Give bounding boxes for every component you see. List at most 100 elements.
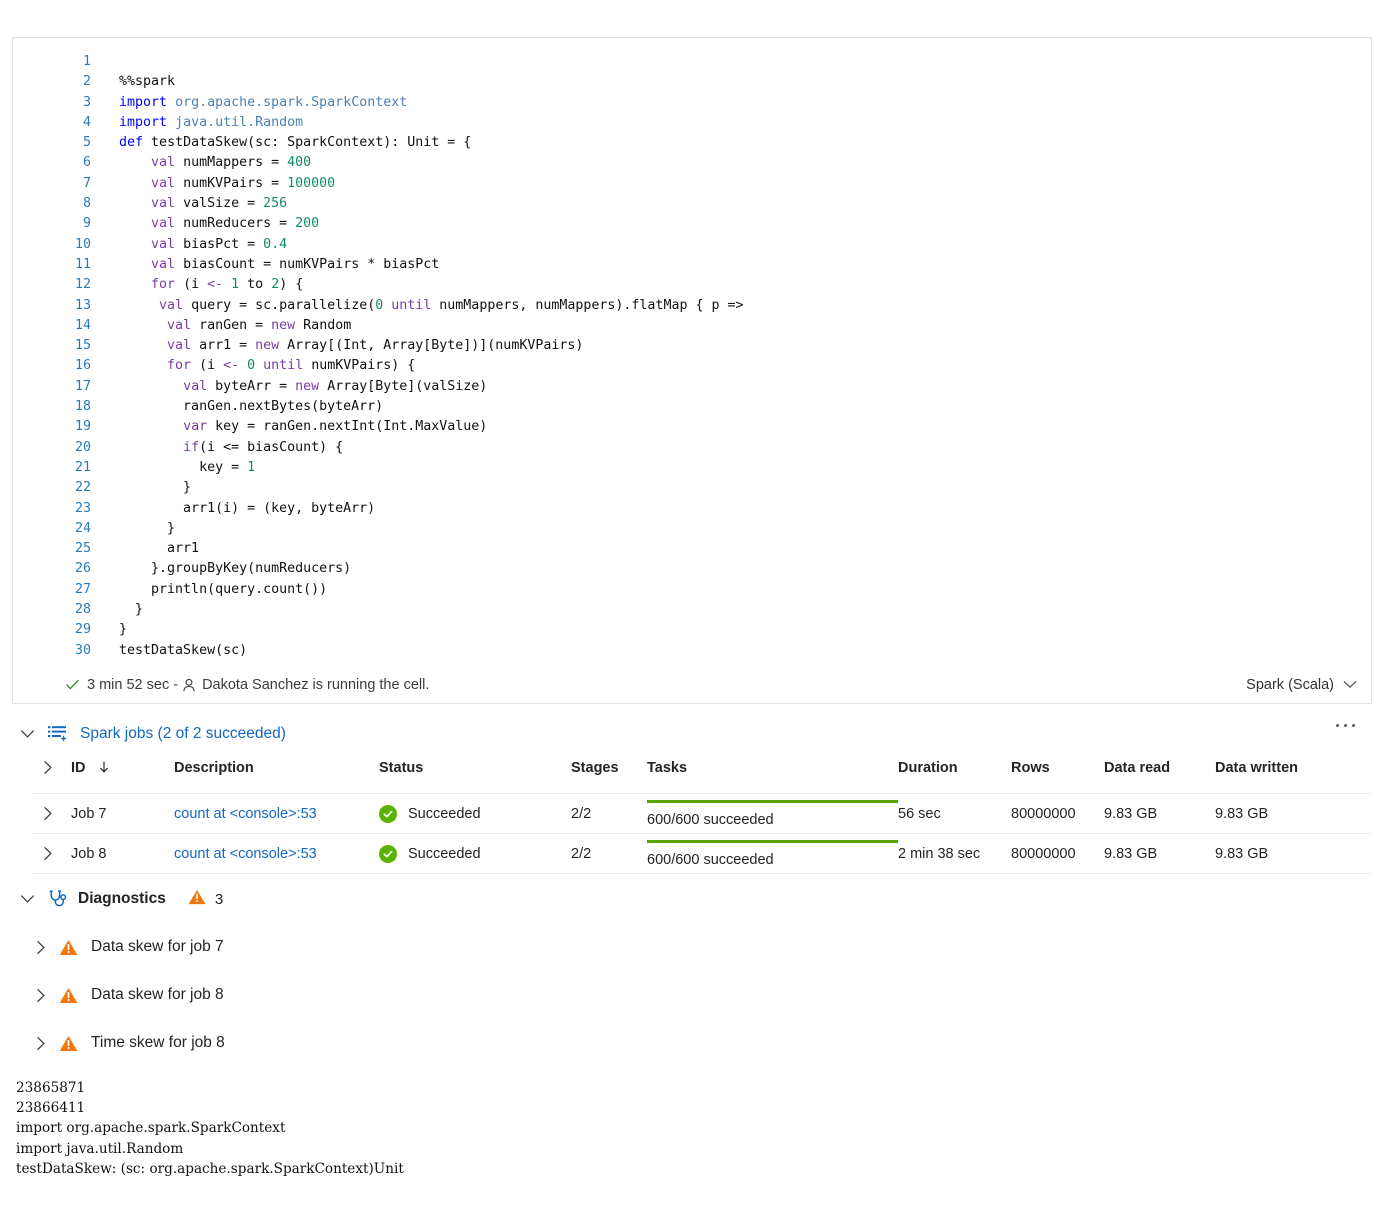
diagnostic-item[interactable]: Data skew for job 8	[0, 980, 1388, 1010]
warning-icon	[59, 939, 78, 956]
column-header-description[interactable]: Description	[174, 760, 379, 794]
code-line: 17 val byteArr = new Array[Byte](valSize…	[13, 377, 1371, 397]
code-line-text: }	[103, 602, 144, 618]
cell-status: Succeeded	[379, 833, 571, 874]
column-header-data-read[interactable]: Data read	[1104, 760, 1215, 794]
dot-2	[1344, 724, 1347, 727]
cell-stages: 2/2	[571, 793, 647, 834]
warning-icon	[59, 1035, 78, 1052]
column-header-id[interactable]: ID	[71, 760, 174, 794]
code-editor[interactable]: 12 %%spark 3 import org.apache.spark.Spar…	[13, 38, 1371, 667]
row-expand-cell[interactable]	[31, 833, 71, 874]
language-label: Spark (Scala)	[1246, 676, 1334, 693]
code-line: 10 val biasPct = 0.4	[13, 235, 1371, 255]
chevron-right-icon[interactable]	[31, 846, 71, 861]
code-line: 15 val arr1 = new Array[(Int, Array[Byte…	[13, 336, 1371, 356]
code-line-text: val valSize = 256	[151, 196, 288, 212]
cell-job-id: Job 8	[71, 833, 174, 874]
code-line-text: }	[103, 520, 176, 536]
check-icon	[65, 677, 80, 692]
code-line-text: for (i <- 1 to 2) {	[151, 277, 304, 293]
cell-data-written: 9.83 GB	[1215, 833, 1371, 874]
code-line-text: var key = ranGen.nextInt(Int.MaxValue)	[183, 419, 488, 435]
diagnostics-count-label: 3	[214, 890, 224, 908]
code-line: 18 ranGen.nextBytes(byteArr)	[13, 397, 1371, 417]
code-line-text: }	[103, 480, 192, 496]
notebook-cell[interactable]: 12 %%spark 3 import org.apache.spark.Spar…	[12, 37, 1372, 704]
spark-jobs-table: ID Description Status Stages Tasks Durat…	[31, 760, 1371, 874]
diagnostic-item[interactable]: Time skew for job 8	[0, 1028, 1388, 1058]
cell-status: Succeeded	[379, 793, 571, 834]
status-label: Succeeded	[408, 805, 481, 822]
code-line: 12 for (i <- 1 to 2) {	[13, 275, 1371, 295]
column-header-status[interactable]: Status	[379, 760, 571, 794]
line-number: 8	[82, 196, 91, 212]
code-line: 22 }	[13, 478, 1371, 498]
notebook-output-page: 12 %%spark 3 import org.apache.spark.Spar…	[0, 0, 1388, 1213]
diagnostics-warning-count: 3	[188, 889, 223, 909]
diagnostics-header[interactable]: Diagnostics 3	[0, 884, 1388, 914]
line-number: 3	[82, 94, 91, 110]
code-line: 24 }	[13, 519, 1371, 539]
cell-stages: 2/2	[571, 833, 647, 874]
diagnostic-expand-toggle[interactable]	[26, 988, 56, 1003]
cell-description[interactable]: count at <console>:53	[174, 833, 379, 874]
job-description-link[interactable]: count at <console>:53	[174, 806, 317, 822]
code-line-text: val byteArr = new Array[Byte](valSize)	[183, 378, 488, 394]
cell-tasks: 600/600 succeeded	[647, 833, 898, 874]
column-header-data-written[interactable]: Data written	[1215, 760, 1371, 794]
diagnostics-collapse-toggle[interactable]	[12, 894, 42, 904]
code-line-text: import org.apache.spark.SparkContext	[119, 94, 408, 110]
code-line-text: val biasCount = numKVPairs * biasPct	[151, 256, 440, 272]
language-selector[interactable]: Spark (Scala)	[1246, 677, 1357, 693]
line-number: 5	[82, 135, 91, 151]
code-line: 3 import org.apache.spark.SparkContext	[13, 93, 1371, 113]
line-number: 26	[74, 561, 91, 577]
cell-description[interactable]: count at <console>:53	[174, 793, 379, 834]
chevron-right-icon[interactable]	[31, 806, 71, 821]
line-number: 11	[74, 256, 91, 272]
table-row[interactable]: Job 7 count at <console>:53 Succeeded 2/2 60…	[31, 793, 1371, 834]
code-line: 20 if(i <= biasCount) {	[13, 438, 1371, 458]
code-line-text: arr1(i) = (key, byteArr)	[103, 500, 376, 516]
line-number: 9	[82, 216, 91, 232]
console-output: 23865871 23866411 import org.apache.spar…	[16, 1080, 404, 1177]
code-line: 5 def testDataSkew(sc: SparkContext): Un…	[13, 133, 1371, 153]
expand-all-header[interactable]	[31, 760, 71, 794]
diagnostic-item[interactable]: Data skew for job 7	[0, 932, 1388, 962]
tasks-progress-label: 600/600 succeeded	[647, 851, 774, 868]
column-header-duration[interactable]: Duration	[898, 760, 1011, 794]
chevron-right-icon[interactable]	[31, 760, 71, 775]
line-number: 28	[74, 602, 91, 618]
diagnostics-title: Diagnostics	[78, 890, 166, 907]
code-line: 16 for (i <- 0 until numKVPairs) {	[13, 356, 1371, 376]
warning-icon	[59, 987, 78, 1004]
tasks-progress-label: 600/600 succeeded	[647, 811, 774, 828]
table-row[interactable]: Job 8 count at <console>:53 Succeeded 2/2 60…	[31, 833, 1371, 874]
code-line-text: val ranGen = new Random	[167, 317, 352, 333]
column-header-tasks[interactable]: Tasks	[647, 760, 898, 794]
code-line: 26 }.groupByKey(numReducers)	[13, 559, 1371, 579]
code-line: 7 val numKVPairs = 100000	[13, 174, 1371, 194]
cell-data-read: 9.83 GB	[1104, 833, 1215, 874]
spark-jobs-header[interactable]: Spark jobs (2 of 2 succeeded)	[0, 718, 1388, 750]
spark-jobs-more-options[interactable]	[1336, 724, 1355, 727]
column-header-rows[interactable]: Rows	[1011, 760, 1104, 794]
diagnostic-expand-toggle[interactable]	[26, 940, 56, 955]
line-number: 27	[74, 581, 91, 597]
job-description-link[interactable]: count at <console>:53	[174, 846, 317, 862]
cell-rows: 80000000	[1011, 793, 1104, 834]
column-header-stages[interactable]: Stages	[571, 760, 647, 794]
diagnostic-expand-toggle[interactable]	[26, 1036, 56, 1051]
row-expand-cell[interactable]	[31, 793, 71, 834]
sort-descending-icon	[99, 760, 109, 776]
code-line-text: println(query.count())	[103, 581, 328, 597]
spark-jobs-title[interactable]: Spark jobs (2 of 2 succeeded)	[80, 725, 286, 743]
code-line-text: import java.util.Random	[119, 114, 304, 130]
code-line-text: key = 1	[103, 459, 256, 475]
spark-jobs-collapse-toggle[interactable]	[12, 729, 42, 739]
code-line: 23 arr1(i) = (key, byteArr)	[13, 499, 1371, 519]
line-number: 7	[82, 175, 91, 191]
code-line-text: val numMappers = 400	[151, 155, 312, 171]
code-line: 29 }	[13, 620, 1371, 640]
